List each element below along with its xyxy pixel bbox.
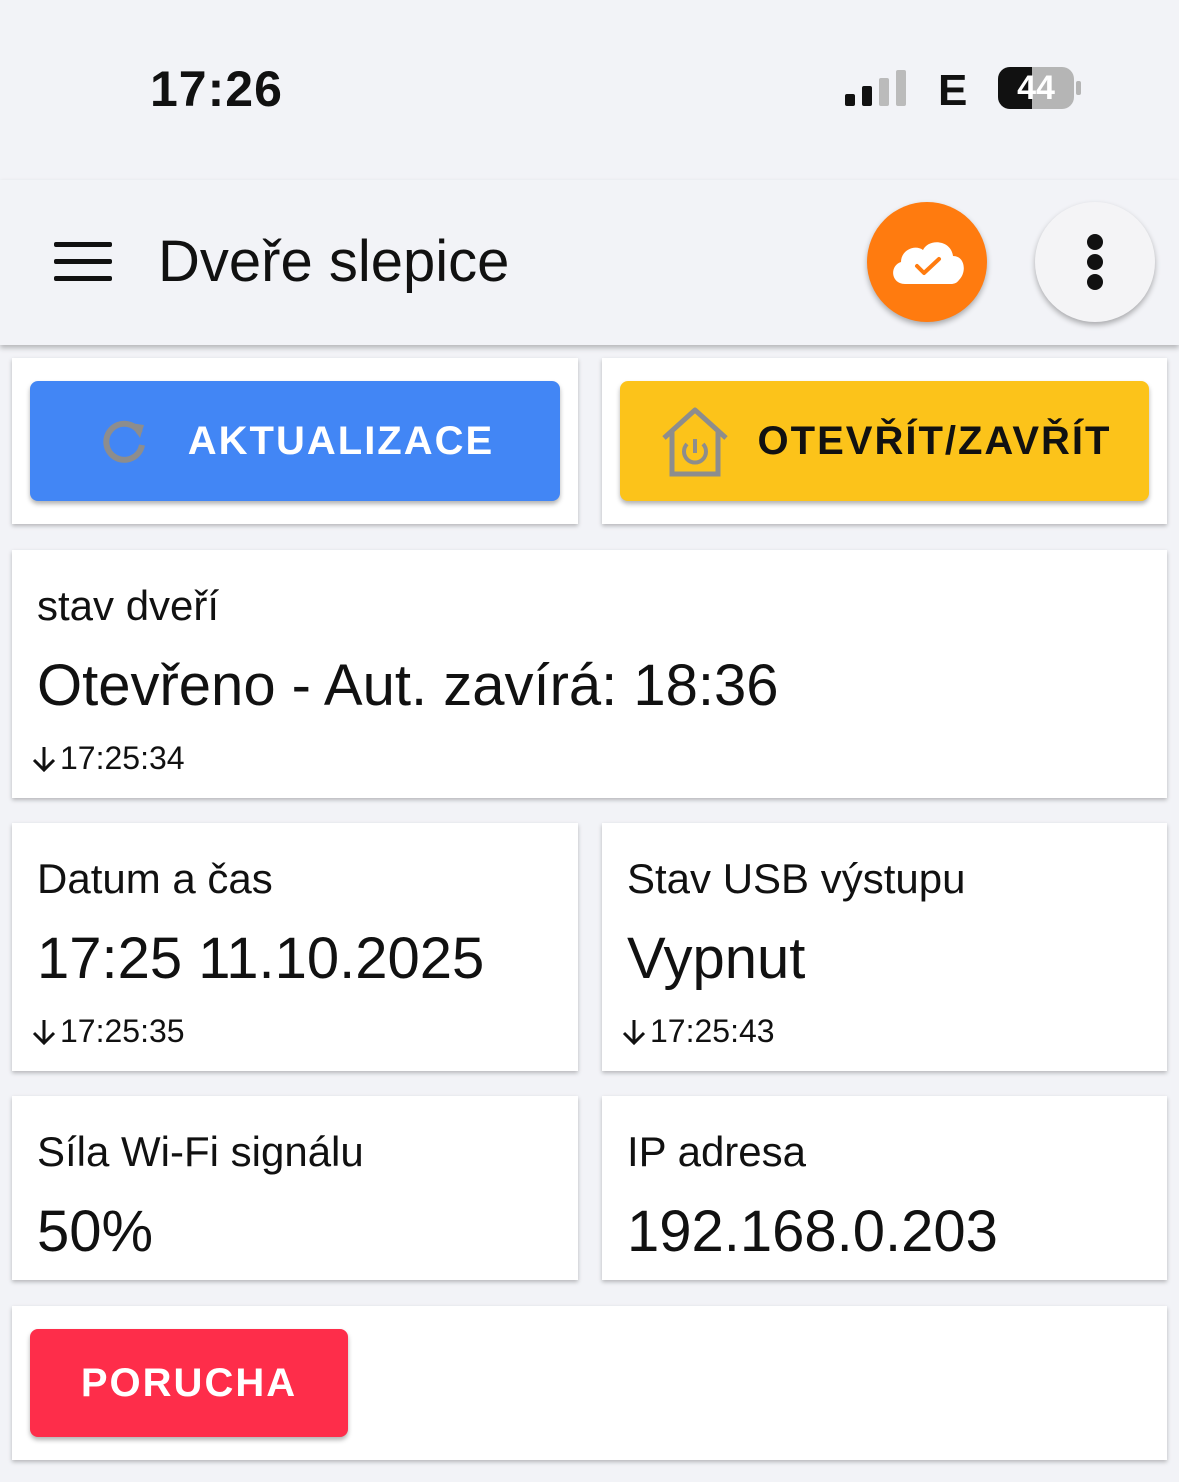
battery-level: 44 — [1017, 69, 1055, 107]
arrow-down-icon — [622, 1019, 646, 1045]
house-power-icon — [661, 407, 728, 477]
cloud-status-button[interactable] — [867, 202, 987, 322]
fault-button[interactable]: PORUCHA — [30, 1329, 348, 1437]
door-status-value: Otevřeno - Aut. zavírá: 18:36 — [37, 653, 779, 718]
usb-status-label: Stav USB výstupu — [627, 855, 966, 902]
fault-button-label: PORUCHA — [80, 1360, 298, 1405]
app-bar: Dveře slepice — [0, 180, 1179, 345]
battery-indicator: 44 — [998, 66, 1082, 110]
ip-address-label: IP adresa — [627, 1128, 807, 1175]
usb-status-value: Vypnut — [627, 926, 806, 991]
arrow-down-icon — [32, 746, 56, 772]
hamburger-menu-icon[interactable] — [54, 242, 112, 282]
door-status-card: stav dveří Otevřeno - Aut. zavírá: 18:36… — [12, 550, 1167, 798]
more-options-button[interactable] — [1035, 202, 1155, 322]
toggle-card: OTEVŘÍT/ZAVŘÍT — [602, 358, 1167, 524]
wifi-signal-card: Síla Wi-Fi signálu 50% — [12, 1096, 578, 1280]
open-close-button[interactable]: OTEVŘÍT/ZAVŘÍT — [620, 381, 1149, 501]
door-status-label: stav dveří — [37, 582, 220, 629]
page-title: Dveře slepice — [158, 229, 510, 294]
date-time-updated-time: 17:25:35 — [60, 1013, 185, 1049]
wifi-signal-value: 50% — [37, 1199, 154, 1264]
fault-card: PORUCHA — [12, 1306, 1167, 1460]
status-time: 17:26 — [150, 61, 283, 117]
date-time-label: Datum a čas — [37, 855, 273, 902]
usb-status-updated: 17:25:43 — [620, 1013, 775, 1050]
arrow-down-icon — [32, 1019, 56, 1045]
open-close-button-label: OTEVŘÍT/ZAVŘÍT — [757, 418, 1112, 463]
cellular-signal-icon — [845, 70, 906, 106]
usb-status-updated-time: 17:25:43 — [650, 1013, 775, 1049]
wifi-signal-label: Síla Wi-Fi signálu — [37, 1128, 364, 1175]
door-status-updated-time: 17:25:34 — [60, 740, 185, 776]
ip-address-value: 192.168.0.203 — [627, 1199, 998, 1264]
refresh-button-label: AKTUALIZACE — [187, 418, 495, 463]
ip-address-card: IP adresa 192.168.0.203 — [602, 1096, 1167, 1280]
refresh-button[interactable]: AKTUALIZACE — [30, 381, 560, 501]
usb-status-card: Stav USB výstupu Vypnut 17:25:43 — [602, 823, 1167, 1071]
date-time-card: Datum a čas 17:25 11.10.2025 17:25:35 — [12, 823, 578, 1071]
refresh-icon — [103, 420, 145, 463]
cloud-check-icon — [893, 242, 964, 284]
door-status-updated: 17:25:34 — [30, 740, 185, 777]
status-bar: 17:26 E 44 — [0, 0, 1179, 180]
refresh-card: AKTUALIZACE — [12, 358, 578, 524]
date-time-value: 17:25 11.10.2025 — [37, 926, 485, 991]
network-type: E — [938, 66, 968, 115]
date-time-updated: 17:25:35 — [30, 1013, 185, 1050]
